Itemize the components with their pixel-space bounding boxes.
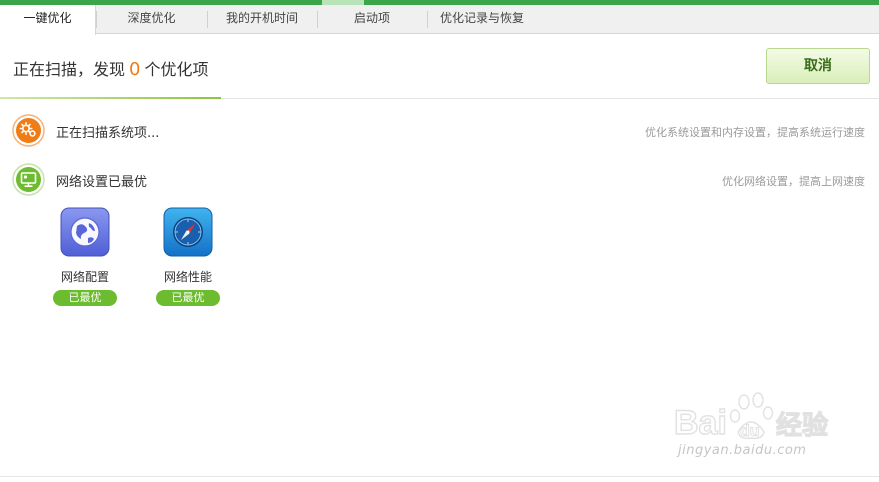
gears-icon (12, 114, 45, 147)
network-performance-status-badge: 已最优 (156, 290, 220, 306)
tab-boot-time[interactable]: 我的开机时间 (207, 5, 317, 34)
network-monitor-icon (12, 163, 45, 196)
scan-status-title: 正在扫描，发现 0 个优化项 (13, 56, 208, 80)
scan-row-network-desc: 优化网络设置，提高上网速度 (722, 175, 865, 188)
scan-header: 正在扫描，发现 0 个优化项 取消 (0, 34, 879, 98)
watermark-paw-text: du (740, 423, 760, 440)
scan-row-network: 网络设置已最优 优化网络设置，提高上网速度 (0, 163, 879, 197)
watermark-brand-text: Bai (674, 404, 727, 442)
cancel-button[interactable]: 取消 (766, 48, 870, 84)
bottom-divider (0, 476, 879, 477)
tab-one-click-optimize[interactable]: 一键优化 (0, 5, 96, 35)
network-config-status-badge: 已最优 (53, 290, 117, 306)
tab-records-restore[interactable]: 优化记录与恢复 (427, 5, 537, 34)
watermark-product-text: 经验 (776, 410, 828, 441)
compass-icon (163, 207, 213, 257)
tab-deep-optimize[interactable]: 深度优化 (96, 5, 207, 34)
scan-row-network-label: 网络设置已最优 (56, 175, 148, 190)
scan-row-system: 正在扫描系统项... 优化系统设置和内存设置，提高系统运行速度 (0, 114, 879, 148)
globe-icon (60, 207, 110, 257)
scan-prefix: 正在扫描，发现 (13, 60, 126, 79)
network-performance-item[interactable]: 网络性能 已最优 (155, 207, 221, 306)
tab-startup-items[interactable]: 启动项 (317, 5, 427, 34)
scan-row-system-label: 正在扫描系统项... (56, 126, 160, 141)
network-config-label: 网络配置 (60, 270, 109, 284)
network-performance-label: 网络性能 (163, 270, 212, 284)
tab-bar: 一键优化 深度优化 我的开机时间 启动项 优化记录与恢复 (0, 5, 879, 35)
scan-progress-bar (0, 97, 221, 99)
watermark-url: jingyan.baidu.com (678, 443, 807, 458)
found-count: 0 (129, 59, 141, 80)
scan-row-system-desc: 优化系统设置和内存设置，提高系统运行速度 (645, 126, 865, 139)
network-config-item[interactable]: 网络配置 已最优 (52, 207, 118, 306)
scan-suffix: 个优化项 (144, 60, 209, 79)
